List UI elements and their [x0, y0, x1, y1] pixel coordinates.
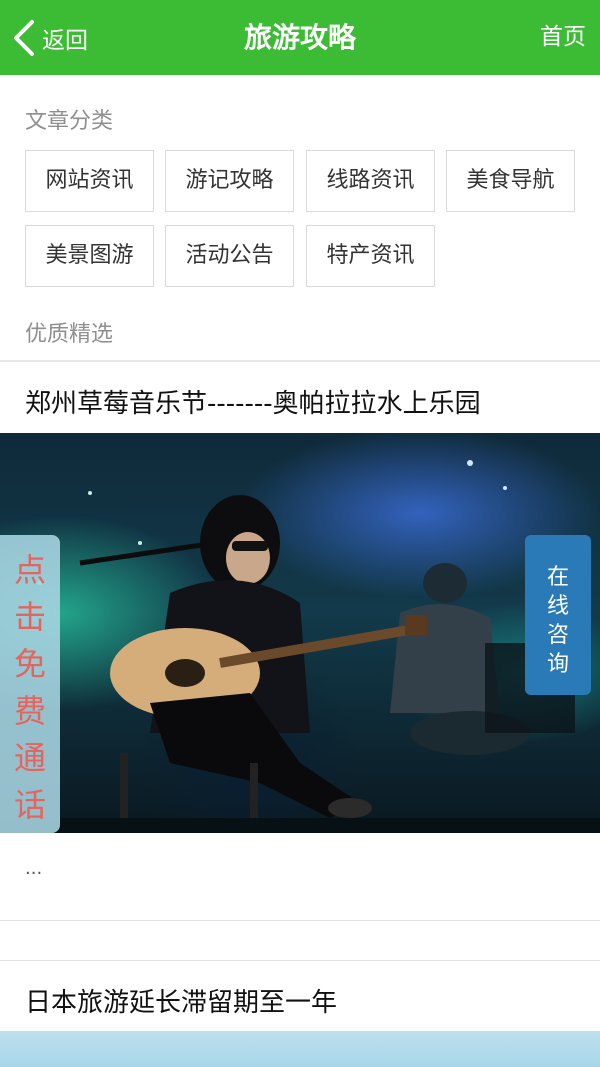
free-call-char: 费: [13, 692, 46, 730]
category-chip[interactable]: 线路资讯: [306, 150, 435, 212]
category-chip[interactable]: 网站资讯: [25, 150, 154, 212]
divider: [0, 960, 600, 961]
online-consult-button[interactable]: 在 线 咨 询: [525, 535, 591, 695]
free-call-char: 话: [13, 786, 46, 824]
chevron-left-icon: [14, 20, 34, 56]
free-call-button[interactable]: 点 击 免 费 通 话: [0, 535, 60, 833]
featured-heading: 优质精选: [25, 322, 114, 347]
online-consult-char: 询: [546, 652, 569, 677]
article-title[interactable]: 日本旅游延长滞留期至一年: [25, 982, 337, 1019]
category-chip[interactable]: 美景图游: [25, 225, 154, 287]
online-consult-char: 在: [546, 565, 569, 590]
divider: [0, 360, 600, 362]
article-image[interactable]: [0, 433, 600, 833]
free-call-char: 免: [13, 645, 46, 683]
category-chip[interactable]: 美食导航: [446, 150, 575, 212]
spacer: [0, 921, 600, 961]
free-call-char: 点: [13, 551, 46, 589]
concert-photo: [0, 460, 600, 833]
online-consult-char: 线: [546, 594, 569, 619]
free-call-char: 通: [13, 739, 46, 777]
category-heading: 文章分类: [25, 109, 114, 134]
back-button[interactable]: 返回: [10, 16, 88, 60]
article-excerpt: ...: [25, 858, 43, 879]
category-chip[interactable]: 活动公告: [165, 225, 294, 287]
free-call-char: 击: [13, 598, 46, 636]
online-consult-char: 咨: [546, 623, 569, 648]
top-nav-bar: 返回 旅游攻略 首页: [0, 0, 600, 75]
article-title[interactable]: 郑州草莓音乐节-------奥帕拉拉水上乐园: [25, 383, 481, 420]
category-chip[interactable]: 游记攻略: [165, 150, 294, 212]
page-title: 旅游攻略: [243, 21, 356, 54]
home-button[interactable]: 首页: [540, 0, 586, 75]
back-label: 返回: [42, 28, 88, 54]
category-chip[interactable]: 特产资讯: [306, 225, 435, 287]
article-image[interactable]: [0, 1031, 600, 1067]
